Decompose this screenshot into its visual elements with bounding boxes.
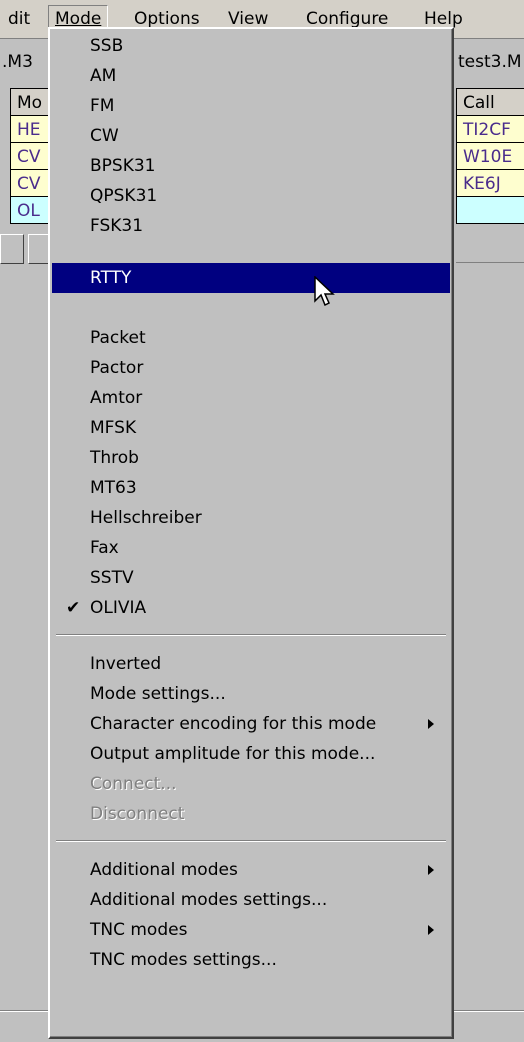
divider	[0, 1010, 48, 1012]
menu-item-label: Amtor	[90, 388, 143, 408]
menu-item-tnc-modes[interactable]: TNC modes	[52, 915, 450, 945]
submenu-arrow-icon	[428, 865, 434, 875]
menu-item-label: Throb	[90, 448, 139, 468]
menu-item-tnc-modes-settings[interactable]: TNC modes settings...	[52, 945, 450, 975]
submenu-arrow-icon	[428, 925, 434, 935]
menu-item-mfsk[interactable]: MFSK	[52, 413, 450, 443]
log-grid-right: Call TI2CF W10E KE6J	[456, 88, 524, 224]
menu-item-qpsk31[interactable]: QPSK31	[52, 181, 450, 211]
menu-item-rtty[interactable]: RTTY	[52, 263, 450, 293]
menu-item-label: MFSK	[90, 418, 137, 438]
menu-item-olivia[interactable]: ✔ OLIVIA	[52, 593, 450, 623]
menu-item-label: FSK31	[90, 216, 144, 236]
menu-item-ssb[interactable]: SSB	[52, 31, 450, 61]
file-tab-left[interactable]: .M3	[2, 52, 33, 72]
menu-separator	[56, 840, 446, 842]
table-row[interactable]: W10E	[456, 142, 524, 170]
table-row[interactable]: CV	[10, 169, 50, 197]
divider	[454, 1010, 524, 1012]
menu-item-label: TNC modes	[90, 920, 188, 940]
mouse-pointer-icon	[314, 276, 335, 307]
menu-item-fax[interactable]: Fax	[52, 533, 450, 563]
menu-item-fsk31[interactable]: FSK31	[52, 211, 450, 241]
menu-item-label: Character encoding for this mode	[90, 714, 377, 734]
menu-mode-label: Mode	[55, 9, 102, 29]
menu-item-cw[interactable]: CW	[52, 121, 450, 151]
menu-item-label: Disconnect	[90, 804, 185, 824]
menu-item-label: Output amplitude for this mode...	[90, 744, 376, 764]
menu-item-label: TNC modes settings...	[90, 950, 277, 970]
menu-item-label: BPSK31	[90, 156, 156, 176]
grid-header-mode[interactable]: Mo	[10, 88, 50, 116]
menu-edit-label: dit	[8, 9, 31, 29]
menu-item-label: Hellschreiber	[90, 508, 202, 528]
menu-item-label: Mode settings...	[90, 684, 226, 704]
menu-item-packet[interactable]: Packet	[52, 323, 450, 353]
menu-item-label: MT63	[90, 478, 137, 498]
file-tab-left-label: .M3	[2, 52, 33, 72]
menu-item-hellschreiber[interactable]: Hellschreiber	[52, 503, 450, 533]
menu-separator	[56, 634, 446, 636]
log-grid-left: Mo HE CV CV OL	[10, 88, 50, 224]
table-row[interactable]: KE6J	[456, 169, 524, 197]
menu-item-sstv[interactable]: SSTV	[52, 563, 450, 593]
menu-item-inverted[interactable]: Inverted	[52, 649, 450, 679]
menu-item-pactor[interactable]: Pactor	[52, 353, 450, 383]
submenu-arrow-icon	[428, 719, 434, 729]
table-row[interactable]: CV	[10, 142, 50, 170]
menu-help-label: Help	[424, 9, 463, 29]
mode-menu: SSB AM FM CW BPSK31 QPSK31 FSK31 RTTY Pa…	[48, 27, 454, 1039]
menu-item-fm[interactable]: FM	[52, 91, 450, 121]
menu-view-label: View	[228, 9, 269, 29]
grid-header-call[interactable]: Call	[456, 88, 524, 116]
menu-edit[interactable]: dit	[4, 6, 30, 32]
menu-item-connect: Connect...	[52, 769, 450, 799]
menu-item-additional-modes[interactable]: Additional modes	[52, 855, 450, 885]
menu-item-label: SSTV	[90, 568, 134, 588]
table-row[interactable]: TI2CF	[456, 115, 524, 143]
menu-item-additional-modes-settings[interactable]: Additional modes settings...	[52, 885, 450, 915]
menu-item-label: Packet	[90, 328, 146, 348]
menu-item-amtor[interactable]: Amtor	[52, 383, 450, 413]
menu-item-mt63[interactable]: MT63	[52, 473, 450, 503]
file-tab-right-label: test3.M	[458, 52, 522, 72]
divider	[456, 262, 524, 263]
menu-item-throb[interactable]: Throb	[52, 443, 450, 473]
menu-item-label: QPSK31	[90, 186, 158, 206]
menu-item-label: Additional modes	[90, 860, 238, 880]
menu-item-label: CW	[90, 126, 119, 146]
menu-item-output-amplitude[interactable]: Output amplitude for this mode...	[52, 739, 450, 769]
menu-options-label: Options	[134, 9, 200, 29]
file-tab-right[interactable]: test3.M	[458, 52, 522, 72]
menu-item-label: SSB	[90, 36, 124, 56]
menu-configure-label: Configure	[306, 9, 389, 29]
menu-item-bpsk31[interactable]: BPSK31	[52, 151, 450, 181]
table-row[interactable]: HE	[10, 115, 50, 143]
table-row[interactable]: OL	[10, 196, 50, 224]
menu-item-disconnect: Disconnect	[52, 799, 450, 829]
menu-item-character-encoding[interactable]: Character encoding for this mode	[52, 709, 450, 739]
left-panel-button[interactable]	[0, 234, 24, 264]
menu-item-am[interactable]: AM	[52, 61, 450, 91]
menu-item-label: FM	[90, 96, 115, 116]
menu-item-label: Additional modes settings...	[90, 890, 328, 910]
menu-item-label: RTTY	[90, 268, 132, 288]
table-row[interactable]	[456, 196, 524, 224]
menu-item-label: Pactor	[90, 358, 144, 378]
menu-item-label: AM	[90, 66, 117, 86]
menu-item-mode-settings[interactable]: Mode settings...	[52, 679, 450, 709]
menu-item-label: Connect...	[90, 774, 177, 794]
checkmark-icon: ✔	[66, 598, 81, 618]
menu-item-label: OLIVIA	[90, 598, 147, 618]
menu-item-label: Fax	[90, 538, 119, 558]
menu-item-label: Inverted	[90, 654, 162, 674]
